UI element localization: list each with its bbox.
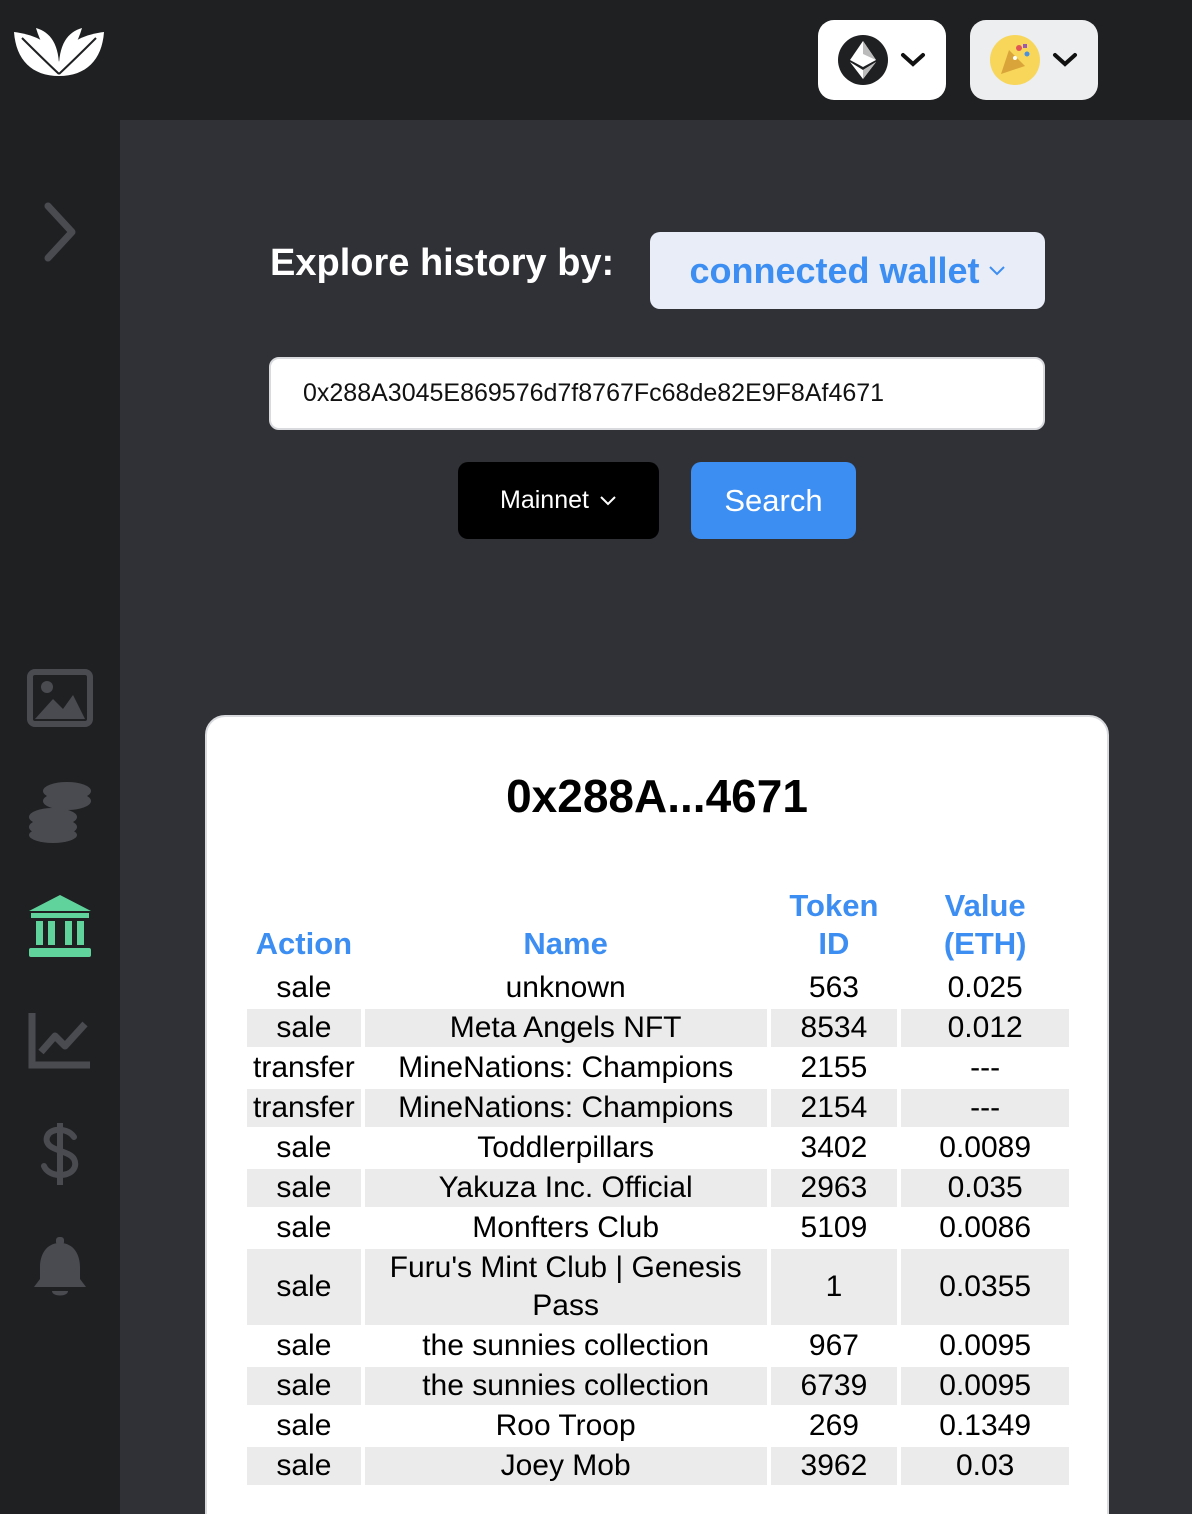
bank-icon[interactable] bbox=[26, 892, 94, 960]
network-switcher-button[interactable] bbox=[818, 20, 946, 100]
cell-action: sale bbox=[276, 971, 332, 1004]
ethereum-icon bbox=[838, 35, 888, 85]
cell-name: the sunnies collection bbox=[364, 1367, 767, 1405]
table-row[interactable]: sale Yakuza Inc. Official 2963 0.035 bbox=[247, 1169, 1069, 1207]
cell-name: Joey Mob bbox=[364, 1447, 767, 1485]
table-row[interactable]: sale Joey Mob 3962 0.03 bbox=[247, 1447, 1069, 1485]
chart-line-icon[interactable] bbox=[26, 1006, 94, 1074]
cell-action: sale bbox=[247, 1169, 361, 1207]
history-card: 0x288A...4671 Action Name Token ID Value… bbox=[205, 715, 1109, 1514]
wallet-address-input[interactable] bbox=[269, 357, 1045, 430]
cell-action: transfer bbox=[253, 1051, 355, 1084]
cell-action: sale bbox=[276, 1329, 332, 1362]
cell-value: 0.1349 bbox=[939, 1409, 1032, 1442]
cell-action: sale bbox=[276, 1131, 332, 1164]
image-icon[interactable] bbox=[26, 664, 94, 732]
table-row[interactable]: sale Meta Angels NFT 8534 0.012 bbox=[247, 1009, 1069, 1047]
cell-action: sale bbox=[247, 1367, 361, 1405]
explore-mode-value: connected wallet bbox=[689, 249, 980, 291]
explore-mode-dropdown[interactable]: connected wallet bbox=[650, 232, 1045, 309]
cell-value: 0.012 bbox=[901, 1009, 1069, 1047]
cell-token-id: 8534 bbox=[770, 1009, 898, 1047]
account-menu-button[interactable] bbox=[970, 20, 1098, 100]
party-emoji-avatar bbox=[990, 35, 1040, 85]
dollar-icon[interactable] bbox=[26, 1120, 94, 1188]
cell-action: sale bbox=[276, 1211, 332, 1244]
cell-name: Furu's Mint Club | Genesis Pass bbox=[364, 1249, 767, 1325]
cell-action: sale bbox=[247, 1249, 361, 1325]
cell-value: 0.0095 bbox=[939, 1329, 1032, 1362]
cell-token-id: 563 bbox=[808, 971, 859, 1004]
cell-token-id: 967 bbox=[808, 1329, 859, 1362]
column-header-token-id[interactable]: Token ID bbox=[771, 887, 898, 967]
cell-name: Toddlerpillars bbox=[477, 1131, 655, 1164]
cell-action: sale bbox=[276, 1409, 332, 1442]
cell-name: Meta Angels NFT bbox=[364, 1009, 767, 1047]
column-header-action[interactable]: Action bbox=[247, 887, 361, 967]
leaf-logo-icon[interactable] bbox=[12, 22, 106, 80]
column-header-value[interactable]: Value (ETH) bbox=[901, 887, 1069, 967]
cell-value: --- bbox=[970, 1051, 1001, 1084]
cell-value: 0.0355 bbox=[901, 1249, 1069, 1325]
cell-name: Yakuza Inc. Official bbox=[364, 1169, 767, 1207]
cell-action: sale bbox=[247, 1009, 361, 1047]
chevron-down-icon bbox=[600, 495, 616, 505]
cell-action: sale bbox=[247, 1447, 361, 1485]
cell-name: MineNations: Champions bbox=[364, 1089, 767, 1127]
table-row[interactable]: sale Toddlerpillars 3402 0.0089 bbox=[247, 1129, 1069, 1167]
cell-token-id: 1 bbox=[770, 1249, 898, 1325]
table-row[interactable]: sale Furu's Mint Club | Genesis Pass 1 0.03… bbox=[247, 1249, 1069, 1325]
cell-value: 0.0089 bbox=[939, 1131, 1032, 1164]
column-header-name[interactable]: Name bbox=[365, 887, 767, 967]
wallet-title: 0x288A...4671 bbox=[506, 770, 808, 822]
cell-token-id: 3962 bbox=[770, 1447, 898, 1485]
table-row[interactable]: sale Roo Troop 269 0.1349 bbox=[247, 1407, 1069, 1445]
top-bar bbox=[0, 0, 1192, 120]
cell-token-id: 2155 bbox=[800, 1051, 868, 1084]
explore-label: Explore history by: bbox=[270, 242, 615, 284]
chevron-right-icon[interactable] bbox=[26, 198, 94, 266]
cell-value: --- bbox=[901, 1089, 1069, 1127]
cell-name: Roo Troop bbox=[495, 1409, 636, 1442]
bell-icon[interactable] bbox=[26, 1234, 94, 1302]
network-value: Mainnet bbox=[500, 486, 589, 514]
main-content: Explore history by: connected wallet Mai… bbox=[120, 120, 1192, 1514]
cell-value: 0.0095 bbox=[901, 1367, 1069, 1405]
table-row[interactable]: transfer MineNations: Champions 2154 --- bbox=[247, 1089, 1069, 1127]
search-button[interactable]: Search bbox=[691, 462, 856, 539]
chevron-down-icon bbox=[1053, 53, 1077, 67]
cell-value: 0.025 bbox=[947, 971, 1023, 1004]
coins-icon[interactable] bbox=[26, 776, 94, 844]
cell-value: 0.0086 bbox=[939, 1211, 1032, 1244]
cell-token-id: 2963 bbox=[770, 1169, 898, 1207]
cell-name: unknown bbox=[505, 971, 626, 1004]
chevron-down-icon bbox=[901, 53, 925, 67]
table-row[interactable]: sale the sunnies collection 6739 0.0095 bbox=[247, 1367, 1069, 1405]
history-table-body: sale unknown 563 0.025 sale Meta Angels NFT 85… bbox=[247, 969, 1069, 1485]
table-row[interactable]: sale Monfters Club 5109 0.0086 bbox=[247, 1209, 1069, 1247]
cell-token-id: 5109 bbox=[800, 1211, 868, 1244]
history-table: Action Name Token ID Value (ETH) sale unk… bbox=[243, 885, 1073, 1487]
cell-value: 0.03 bbox=[901, 1447, 1069, 1485]
cell-name: Monfters Club bbox=[472, 1211, 660, 1244]
cell-action: transfer bbox=[247, 1089, 361, 1127]
cell-name: MineNations: Champions bbox=[398, 1051, 734, 1084]
table-row[interactable]: transfer MineNations: Champions 2155 --- bbox=[247, 1049, 1069, 1087]
cell-token-id: 6739 bbox=[770, 1367, 898, 1405]
chevron-down-icon bbox=[988, 265, 1005, 275]
cell-token-id: 2154 bbox=[770, 1089, 898, 1127]
cell-token-id: 269 bbox=[808, 1409, 859, 1442]
network-dropdown[interactable]: Mainnet bbox=[458, 462, 659, 539]
cell-value: 0.035 bbox=[901, 1169, 1069, 1207]
table-row[interactable]: sale the sunnies collection 967 0.0095 bbox=[247, 1327, 1069, 1365]
cell-name: the sunnies collection bbox=[422, 1329, 710, 1362]
sidebar bbox=[0, 120, 120, 1514]
table-header-row: Action Name Token ID Value (ETH) bbox=[247, 887, 1069, 967]
table-row[interactable]: sale unknown 563 0.025 bbox=[247, 969, 1069, 1007]
cell-token-id: 3402 bbox=[800, 1131, 868, 1164]
